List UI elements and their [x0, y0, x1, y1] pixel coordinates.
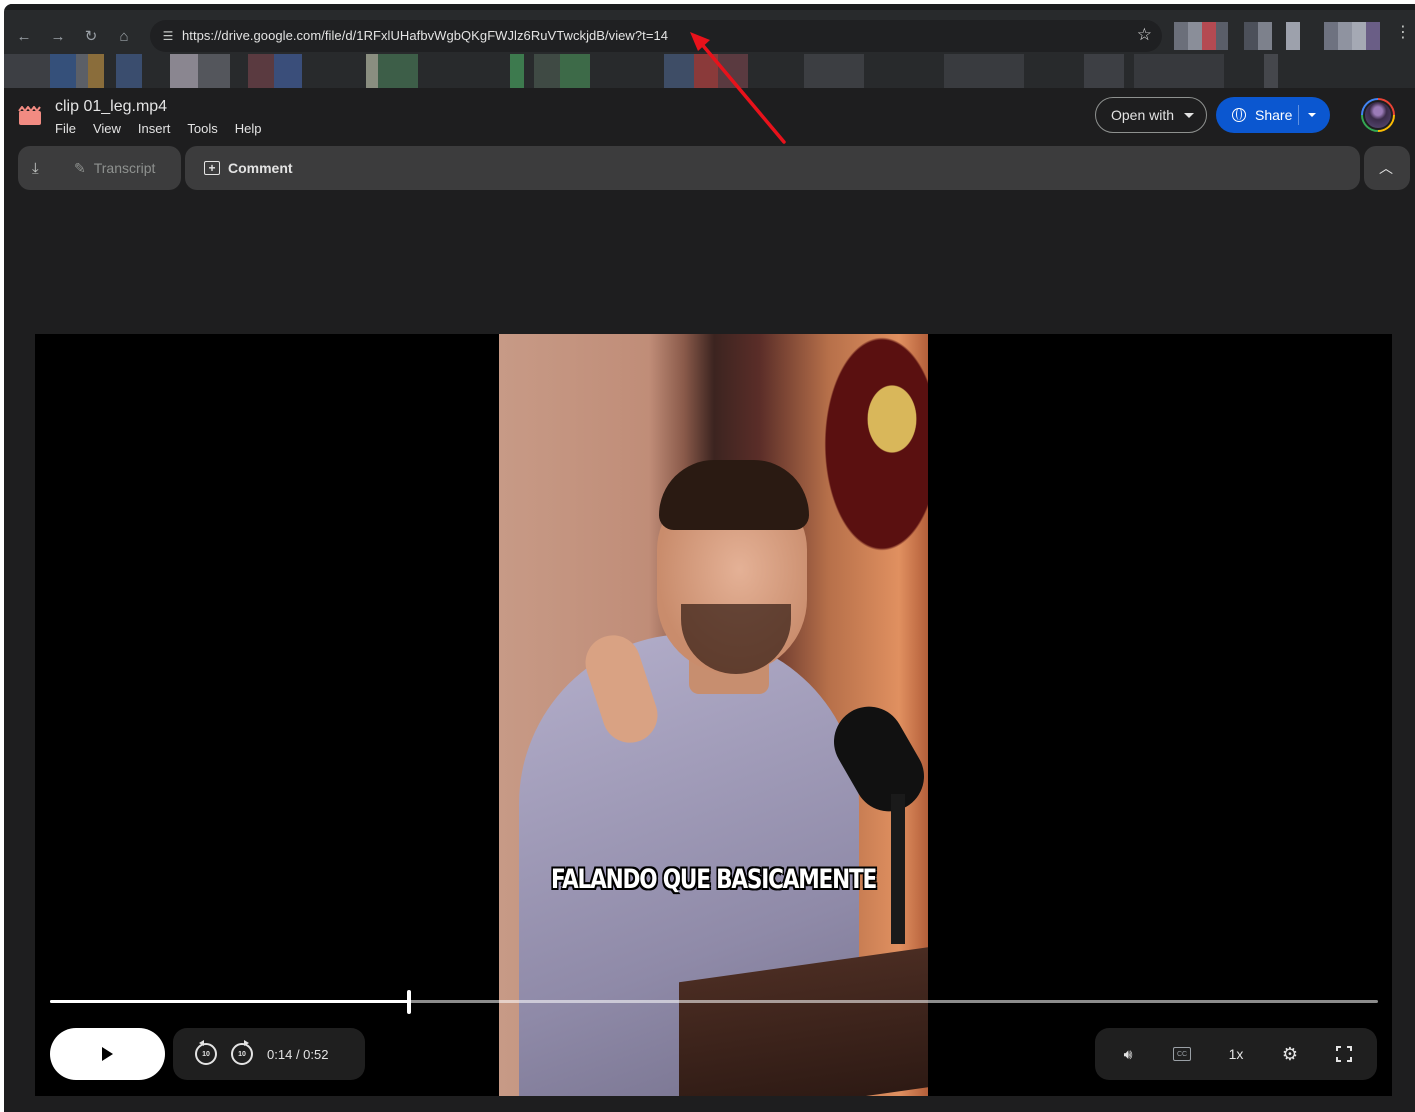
chevron-up-icon[interactable]: ︿	[1379, 146, 1393, 190]
fullscreen-button[interactable]	[1330, 1040, 1358, 1068]
time-display: 0:14 / 0:52	[267, 1047, 328, 1062]
video-file-icon	[18, 106, 41, 125]
menu-help[interactable]: Help	[235, 121, 262, 136]
toolbar-collapse: ︿	[1364, 146, 1410, 190]
current-time: 0:14	[267, 1046, 293, 1062]
share-dropdown-icon[interactable]	[1308, 113, 1316, 117]
video-frame: FALANDO QUE BASICAMENTE	[499, 334, 928, 1096]
open-with-label: Open with	[1111, 107, 1175, 123]
avatar[interactable]	[1361, 98, 1395, 132]
video-subtitle: FALANDO QUE BASICAMENTE	[550, 864, 877, 895]
browser-menu-icon[interactable]: ⋮	[1395, 22, 1411, 42]
reload-button[interactable]: ↻	[79, 24, 103, 48]
duration: / 0:52	[295, 1046, 329, 1062]
share-divider	[1298, 105, 1299, 125]
play-icon	[102, 1047, 113, 1061]
forward-10-icon[interactable]: 10	[231, 1040, 253, 1065]
toolbar-actions-main: + Comment	[185, 146, 1360, 190]
share-button[interactable]: Share	[1216, 97, 1330, 133]
back-button[interactable]: ←	[12, 24, 36, 48]
menu-tools[interactable]: Tools	[187, 121, 217, 136]
url-text[interactable]: https://drive.google.com/file/d/1RFxlUHa…	[182, 28, 668, 43]
volume-icon[interactable]: 🔊︎	[1114, 1040, 1142, 1068]
settings-gear-icon[interactable]: ⚙	[1276, 1040, 1304, 1068]
home-button[interactable]: ⌂	[112, 24, 136, 48]
comment-label: Comment	[228, 160, 293, 176]
address-bar[interactable]: ☰ https://drive.google.com/file/d/1RFxlU…	[150, 20, 1162, 52]
extensions-area-pixelated	[1174, 22, 1394, 50]
download-icon[interactable]: ⤓	[32, 146, 39, 190]
tune-icon[interactable]: ☰	[160, 28, 176, 44]
transcript-icon: ✎	[74, 159, 86, 176]
bookmarks-bar-pixelated	[4, 54, 1415, 88]
caret-down-icon	[1184, 112, 1195, 118]
fullscreen-icon	[1336, 1046, 1352, 1062]
video-player[interactable]: FALANDO QUE BASICAMENTE 10 10 0:14 / 0:5…	[35, 334, 1392, 1096]
progress-handle[interactable]	[406, 990, 411, 1014]
toolbar-actions-left: ⤓ ✎ Transcript	[18, 146, 181, 190]
drive-viewer: clip 01_leg.mp4 File View Insert Tools H…	[4, 88, 1415, 1112]
globe-icon	[1232, 108, 1246, 122]
progress-fill	[50, 1000, 409, 1003]
menu-bar: File View Insert Tools Help	[55, 121, 262, 136]
transcript-label: Transcript	[93, 160, 156, 176]
play-button[interactable]	[50, 1028, 165, 1080]
open-with-button[interactable]: Open with	[1095, 97, 1207, 133]
comment-button[interactable]: + Comment	[204, 146, 293, 190]
progress-bar[interactable]	[50, 990, 1378, 1014]
menu-file[interactable]: File	[55, 121, 76, 136]
captions-button[interactable]: CC	[1168, 1040, 1196, 1068]
forward-button[interactable]: →	[46, 24, 70, 48]
menu-insert[interactable]: Insert	[138, 121, 171, 136]
menu-view[interactable]: View	[93, 121, 121, 136]
player-settings: 🔊︎ CC 1x ⚙	[1095, 1028, 1377, 1080]
transcript-button[interactable]: ✎ Transcript	[74, 146, 155, 190]
cc-icon: CC	[1173, 1047, 1191, 1061]
rewind-10-icon[interactable]: 10	[195, 1040, 217, 1065]
speed-button[interactable]: 1x	[1222, 1040, 1250, 1068]
file-title: clip 01_leg.mp4	[55, 98, 168, 115]
playback-controls: 10 10 0:14 / 0:52	[173, 1028, 365, 1080]
add-comment-icon: +	[204, 161, 220, 175]
browser-chrome: ← → ↻ ⌂ ☰ https://drive.google.com/file/…	[4, 4, 1415, 88]
star-icon[interactable]: ☆	[1137, 25, 1152, 45]
share-label: Share	[1255, 107, 1293, 123]
tab-strip	[4, 4, 1415, 10]
